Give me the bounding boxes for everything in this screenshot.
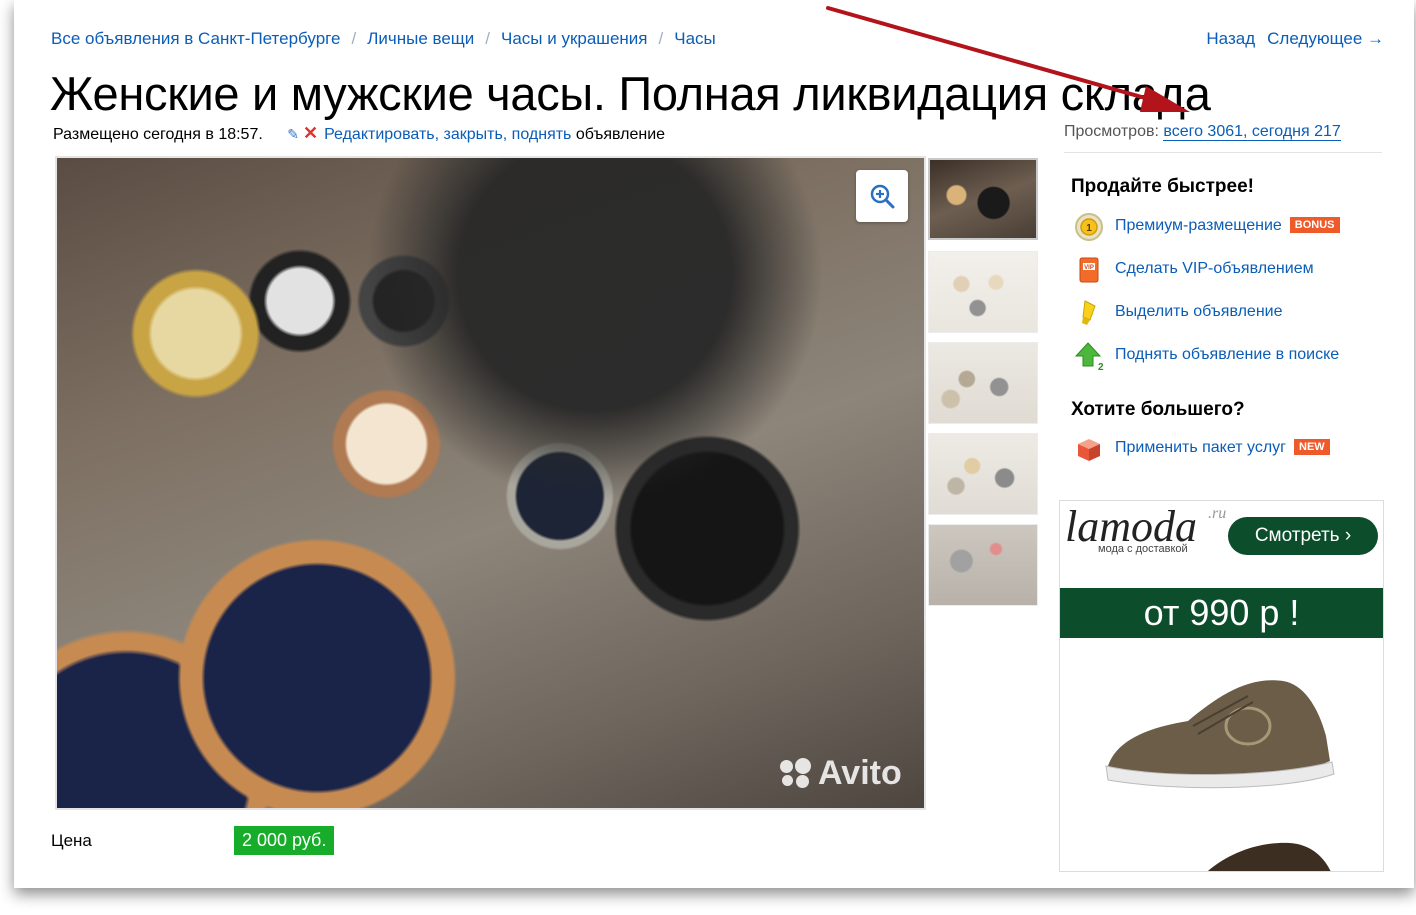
zoom-button[interactable] [856, 170, 908, 222]
breadcrumb-separator: / [351, 29, 357, 48]
close-icon[interactable]: ✕ [303, 123, 318, 143]
ad-tagline: мода с доставкой [1098, 543, 1188, 555]
breadcrumb-item-personal-items[interactable]: Личные вещи [367, 29, 474, 48]
premium-coin-icon: 1 [1075, 213, 1103, 241]
price-badge: 2 000 руб. [234, 826, 335, 855]
views-counter: Просмотров: всего 3061, сегодня 217 [1064, 123, 1341, 141]
sneaker-image [1105, 680, 1335, 789]
breadcrumb-item-all-listings[interactable]: Все объявления в Санкт-Петербурге [51, 29, 340, 48]
sell-faster-heading: Продайте быстрее! [1071, 176, 1254, 197]
raise-arrow-icon: 2 [1074, 342, 1104, 371]
bonus-badge: BONUS [1289, 217, 1340, 233]
thumbnail-2[interactable] [928, 251, 1038, 333]
vip-link[interactable]: Сделать VIP-объявлением [1115, 260, 1314, 277]
watermark-text: Avito [818, 754, 902, 792]
thumbnail-4[interactable] [928, 433, 1038, 515]
highlighter-icon [1082, 300, 1096, 325]
sneaker-image-2 [1208, 842, 1331, 871]
thumbnail-5[interactable] [928, 524, 1038, 606]
package-link[interactable]: Применить пакет услуг [1115, 439, 1286, 456]
thumbnail-1[interactable] [928, 158, 1038, 240]
divider [1064, 152, 1382, 153]
page-title: Женские и мужские часы. Полная ликвидаци… [50, 67, 1211, 120]
highlight-link[interactable]: Выделить объявление [1115, 303, 1283, 320]
listing-meta: Размещено сегодня в 18:57. ✎ ✕ Редактирова… [53, 123, 665, 144]
next-link[interactable]: Следующее → [1267, 29, 1384, 48]
listing-navigation: Назад Следующее → [1206, 29, 1384, 49]
avito-logo-icon [780, 758, 814, 788]
edit-suffix: объявление [575, 126, 666, 143]
svg-text:VIP: VIP [1084, 265, 1094, 271]
breadcrumb-separator: / [485, 29, 491, 48]
lamoda-ad-banner[interactable]: lamoda .ru мода с доставкой Смотреть › о… [1059, 500, 1384, 872]
breadcrumb-item-watches[interactable]: Часы [674, 29, 716, 48]
svg-text:2: 2 [1098, 362, 1104, 371]
edit-close-raise-link[interactable]: Редактировать, закрыть, поднять [324, 126, 571, 143]
pencil-icon[interactable]: ✎ [287, 126, 299, 142]
breadcrumb: Все объявления в Санкт-Петербурге / Личные… [51, 29, 716, 49]
breadcrumb-separator: / [658, 29, 664, 48]
want-more-heading: Хотите большего? [1071, 399, 1245, 420]
svg-text:1: 1 [1086, 223, 1092, 234]
avito-watermark: Avito [780, 754, 902, 793]
ad-cta-button[interactable]: Смотреть › [1228, 517, 1378, 555]
views-value-link[interactable]: всего 3061, сегодня 217 [1163, 123, 1341, 141]
price-label: Цена [51, 831, 92, 850]
thumbnail-3[interactable] [928, 342, 1038, 424]
breadcrumb-item-watches-jewelry[interactable]: Часы и украшения [501, 29, 647, 48]
vip-icon: VIP [1079, 257, 1099, 283]
zoom-in-icon [870, 184, 895, 209]
package-icon [1078, 439, 1100, 461]
main-photo[interactable] [55, 156, 926, 810]
ad-brand-suffix: .ru [1208, 505, 1227, 522]
back-link[interactable]: Назад [1206, 29, 1255, 48]
ad-price-banner: от 990 р ! [1060, 588, 1383, 638]
premium-link[interactable]: Премиум-размещение [1115, 217, 1282, 234]
new-badge: NEW [1294, 439, 1330, 455]
raise-link[interactable]: Поднять объявление в поиске [1115, 346, 1339, 363]
posted-date: Размещено сегодня в 18:57. [53, 126, 263, 143]
views-label: Просмотров: [1064, 123, 1159, 140]
